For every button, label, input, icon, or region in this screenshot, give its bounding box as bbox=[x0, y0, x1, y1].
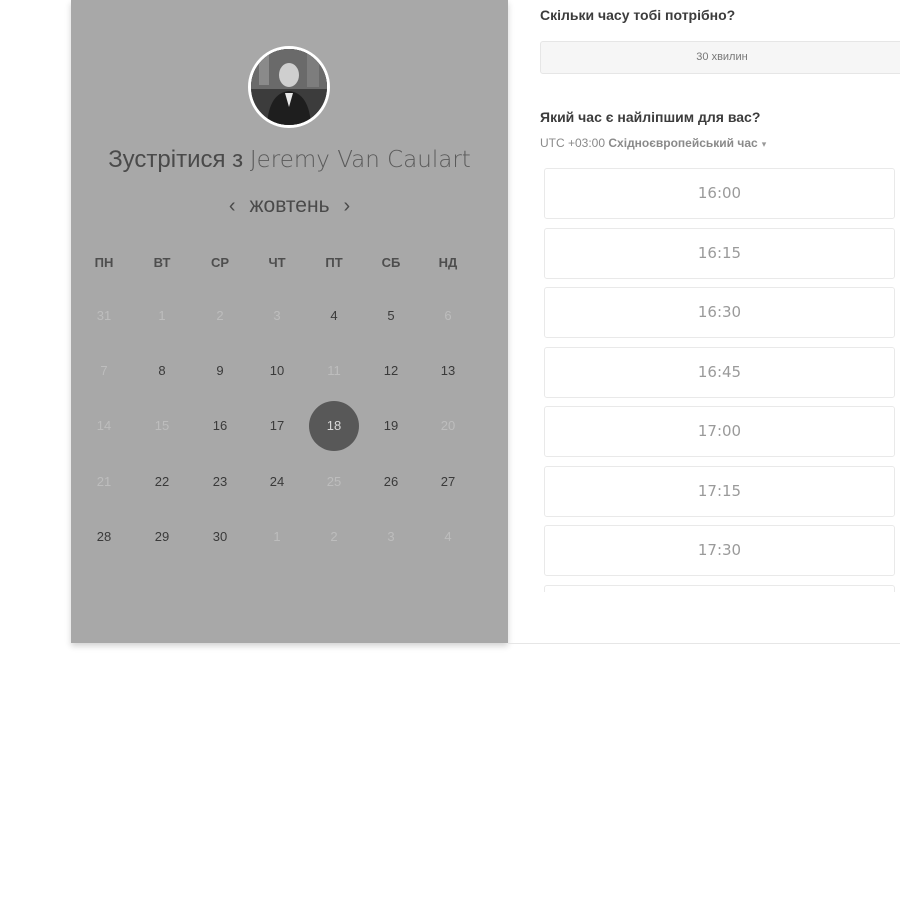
time-slot-button[interactable]: 16:45 bbox=[544, 346, 895, 398]
time-slot-button[interactable]: 16:00 bbox=[544, 168, 895, 219]
calendar-day: 1 bbox=[273, 529, 281, 544]
calendar-day[interactable]: 8 bbox=[137, 346, 187, 396]
calendar-day: 11 bbox=[327, 363, 341, 378]
calendar-day: 15 bbox=[154, 418, 170, 433]
meet-prefix: Зустрітися з bbox=[108, 146, 244, 173]
calendar-day: 21 bbox=[96, 474, 112, 489]
calendar-day[interactable]: 22 bbox=[137, 457, 187, 507]
calendar-day: 2 bbox=[216, 308, 224, 323]
calendar-day: 25 bbox=[326, 474, 342, 489]
calendar-day[interactable]: 29 bbox=[137, 512, 187, 562]
timezone-selector[interactable]: UTC +03:00 Східноєвропейський час ▾ bbox=[540, 136, 766, 150]
calendar-day: 2 bbox=[330, 529, 338, 544]
calendar-day[interactable]: 12 bbox=[366, 346, 416, 396]
calendar-day[interactable]: 27 bbox=[423, 457, 473, 507]
calendar-day[interactable]: 13 bbox=[423, 346, 473, 396]
weekday-label: ЧТ bbox=[268, 255, 286, 270]
calendar-day[interactable]: 10 bbox=[252, 346, 302, 396]
time-slot-button[interactable]: 16:15 bbox=[544, 227, 895, 279]
time-slot-button[interactable]: 17:30 bbox=[544, 525, 895, 576]
time-question: Який час є найліпшим для вас? bbox=[540, 109, 761, 125]
timezone-offset: UTC +03:00 bbox=[540, 136, 606, 150]
weekday-label: ПТ bbox=[325, 255, 343, 270]
calendar-day: 1 bbox=[158, 308, 166, 323]
weekday-label: СБ bbox=[381, 255, 401, 270]
weekday-header: ПН ВТ СР ЧТ ПТ СБ НД bbox=[71, 255, 508, 271]
prev-month-button[interactable]: ‹ bbox=[229, 196, 236, 216]
host-name: Jeremy Van Caulart bbox=[249, 147, 471, 173]
calendar-day[interactable]: 9 bbox=[195, 346, 245, 396]
caret-down-icon: ▾ bbox=[761, 139, 767, 149]
calendar-day: 6 bbox=[444, 308, 452, 323]
meeting-title: Зустрітися з Jeremy Van Caulart bbox=[71, 146, 508, 174]
host-avatar bbox=[248, 46, 330, 128]
calendar-day: 20 bbox=[440, 418, 456, 433]
time-slot-button[interactable]: 17:00 bbox=[544, 406, 895, 457]
weekday-label: НД bbox=[438, 255, 458, 270]
weekday-label: ВТ bbox=[153, 255, 171, 270]
calendar-day-selected[interactable]: 18 bbox=[309, 401, 359, 451]
calendar-day[interactable]: 4 bbox=[309, 291, 359, 341]
time-slot-button[interactable]: 16:30 bbox=[544, 287, 895, 338]
calendar-day[interactable]: 19 bbox=[366, 401, 416, 451]
next-month-button[interactable]: › bbox=[344, 196, 351, 216]
weekday-label: СР bbox=[210, 255, 230, 270]
time-slot-list: 16:00 16:15 16:30 16:45 17:00 17:15 17:30 bbox=[544, 168, 896, 592]
calendar-day: 14 bbox=[96, 418, 112, 433]
calendar-day[interactable]: 28 bbox=[79, 512, 129, 562]
calendar-day: 3 bbox=[387, 529, 395, 544]
calendar-day[interactable]: 17 bbox=[252, 401, 302, 451]
timezone-name: Східноєвропейський час bbox=[608, 136, 758, 150]
calendar-day: 31 bbox=[96, 308, 112, 323]
calendar-day[interactable]: 16 bbox=[195, 401, 245, 451]
weekday-label: ПН bbox=[94, 255, 114, 270]
duration-select[interactable]: 30 хвилин bbox=[540, 41, 900, 74]
calendar-day: 3 bbox=[273, 308, 281, 323]
booking-panel: Скільки часу тобі потрібно? 30 хвилин Як… bbox=[508, 0, 900, 644]
calendar-day: 7 bbox=[100, 363, 108, 378]
current-month: жовтень bbox=[249, 194, 330, 217]
calendar-day[interactable]: 26 bbox=[366, 457, 416, 507]
time-slot-button[interactable] bbox=[544, 584, 895, 592]
duration-question: Скільки часу тобі потрібно? bbox=[540, 7, 736, 23]
calendar-day[interactable]: 5 bbox=[366, 291, 416, 341]
time-slot-button[interactable]: 17:15 bbox=[544, 465, 895, 517]
calendar-day[interactable]: 23 bbox=[195, 457, 245, 507]
calendar-panel: Зустрітися з Jeremy Van Caulart ‹ жовтен… bbox=[71, 0, 508, 643]
calendar-day[interactable]: 30 bbox=[195, 512, 245, 562]
calendar-day[interactable]: 24 bbox=[252, 457, 302, 507]
calendar-day: 4 bbox=[444, 529, 452, 544]
month-navigation: ‹ жовтень › bbox=[71, 194, 508, 218]
